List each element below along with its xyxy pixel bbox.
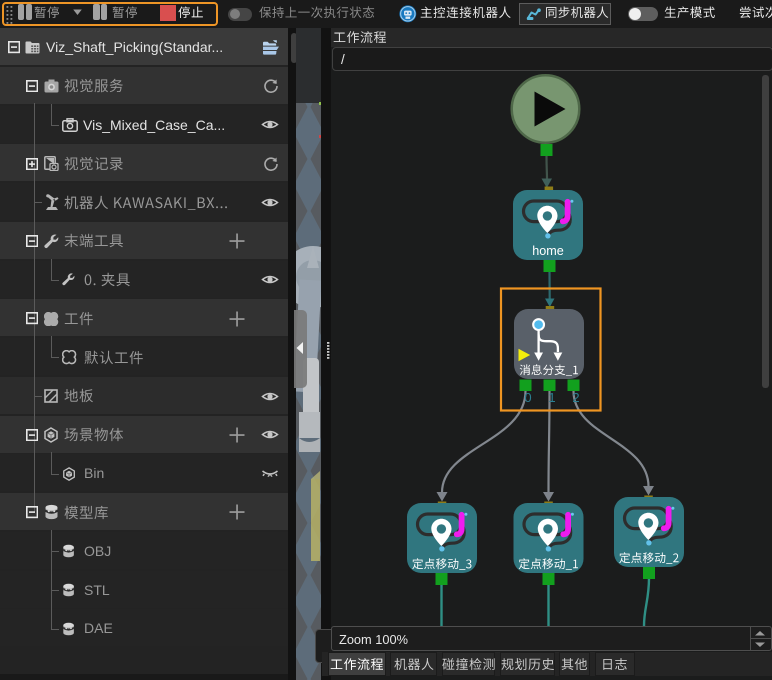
- svg-text:1: 1: [548, 390, 555, 405]
- svg-text:0: 0: [524, 390, 531, 405]
- svg-text:home: home: [532, 244, 564, 258]
- svg-text:2: 2: [572, 390, 579, 405]
